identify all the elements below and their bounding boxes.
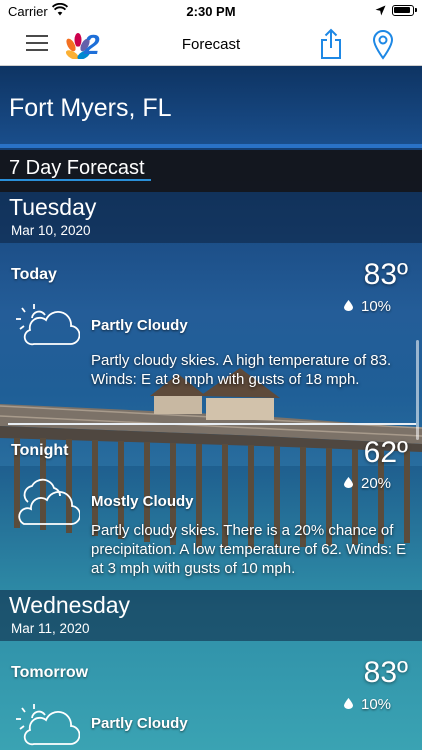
period-name: Today [11, 266, 57, 283]
status-time: 2:30 PM [186, 4, 236, 19]
partly-cloudy-icon [16, 704, 80, 746]
day-date: Mar 10, 2020 [11, 223, 91, 238]
precipitation-chance: 10% [361, 298, 392, 315]
condition-label: Partly Cloudy [91, 715, 188, 732]
day-name: Wednesday [9, 592, 131, 618]
precipitation-chance: 20% [361, 475, 392, 492]
location-pin-icon[interactable] [372, 30, 394, 65]
period-temperature: 83º [363, 656, 408, 689]
period-description: Partly cloudy skies. A high temperature … [91, 352, 392, 388]
period-divider [8, 423, 416, 425]
scrollbar[interactable] [416, 340, 419, 440]
period-temperature: 83º [363, 258, 408, 291]
period-temperature: 62º [363, 436, 408, 469]
share-icon[interactable] [318, 28, 344, 65]
forecast-section-header: 7 Day Forecast [0, 150, 422, 192]
condition-label: Partly Cloudy [91, 317, 188, 334]
partly-cloudy-icon [16, 304, 80, 346]
status-bar: Carrier 2:30 PM [0, 0, 422, 22]
raindrop-icon [344, 477, 353, 488]
battery-icon [392, 5, 417, 16]
mostly-cloudy-icon [18, 478, 80, 525]
raindrop-icon [344, 300, 353, 311]
location-arrow-icon [375, 4, 386, 19]
day-name: Tuesday [9, 194, 97, 220]
page-title: Forecast [181, 36, 241, 53]
navigation-bar: 2 Forecast [0, 22, 422, 66]
condition-label: Mostly Cloudy [91, 493, 194, 510]
header-underline [0, 179, 151, 181]
city-name[interactable]: Fort Myers, FL [9, 94, 172, 123]
raindrop-icon [344, 698, 353, 709]
precipitation-chance: 10% [361, 696, 392, 713]
period-description: Partly cloudy skies. There is a 20% chan… [91, 522, 407, 577]
forecast-header-label: 7 Day Forecast [9, 157, 145, 179]
day-header: Tuesday Mar 10, 2020 [0, 192, 422, 243]
period-name: Tomorrow [11, 664, 89, 681]
period-name: Tonight [11, 442, 69, 459]
day-date: Mar 11, 2020 [11, 621, 90, 636]
day-header: Wednesday Mar 11, 2020 [0, 590, 422, 641]
